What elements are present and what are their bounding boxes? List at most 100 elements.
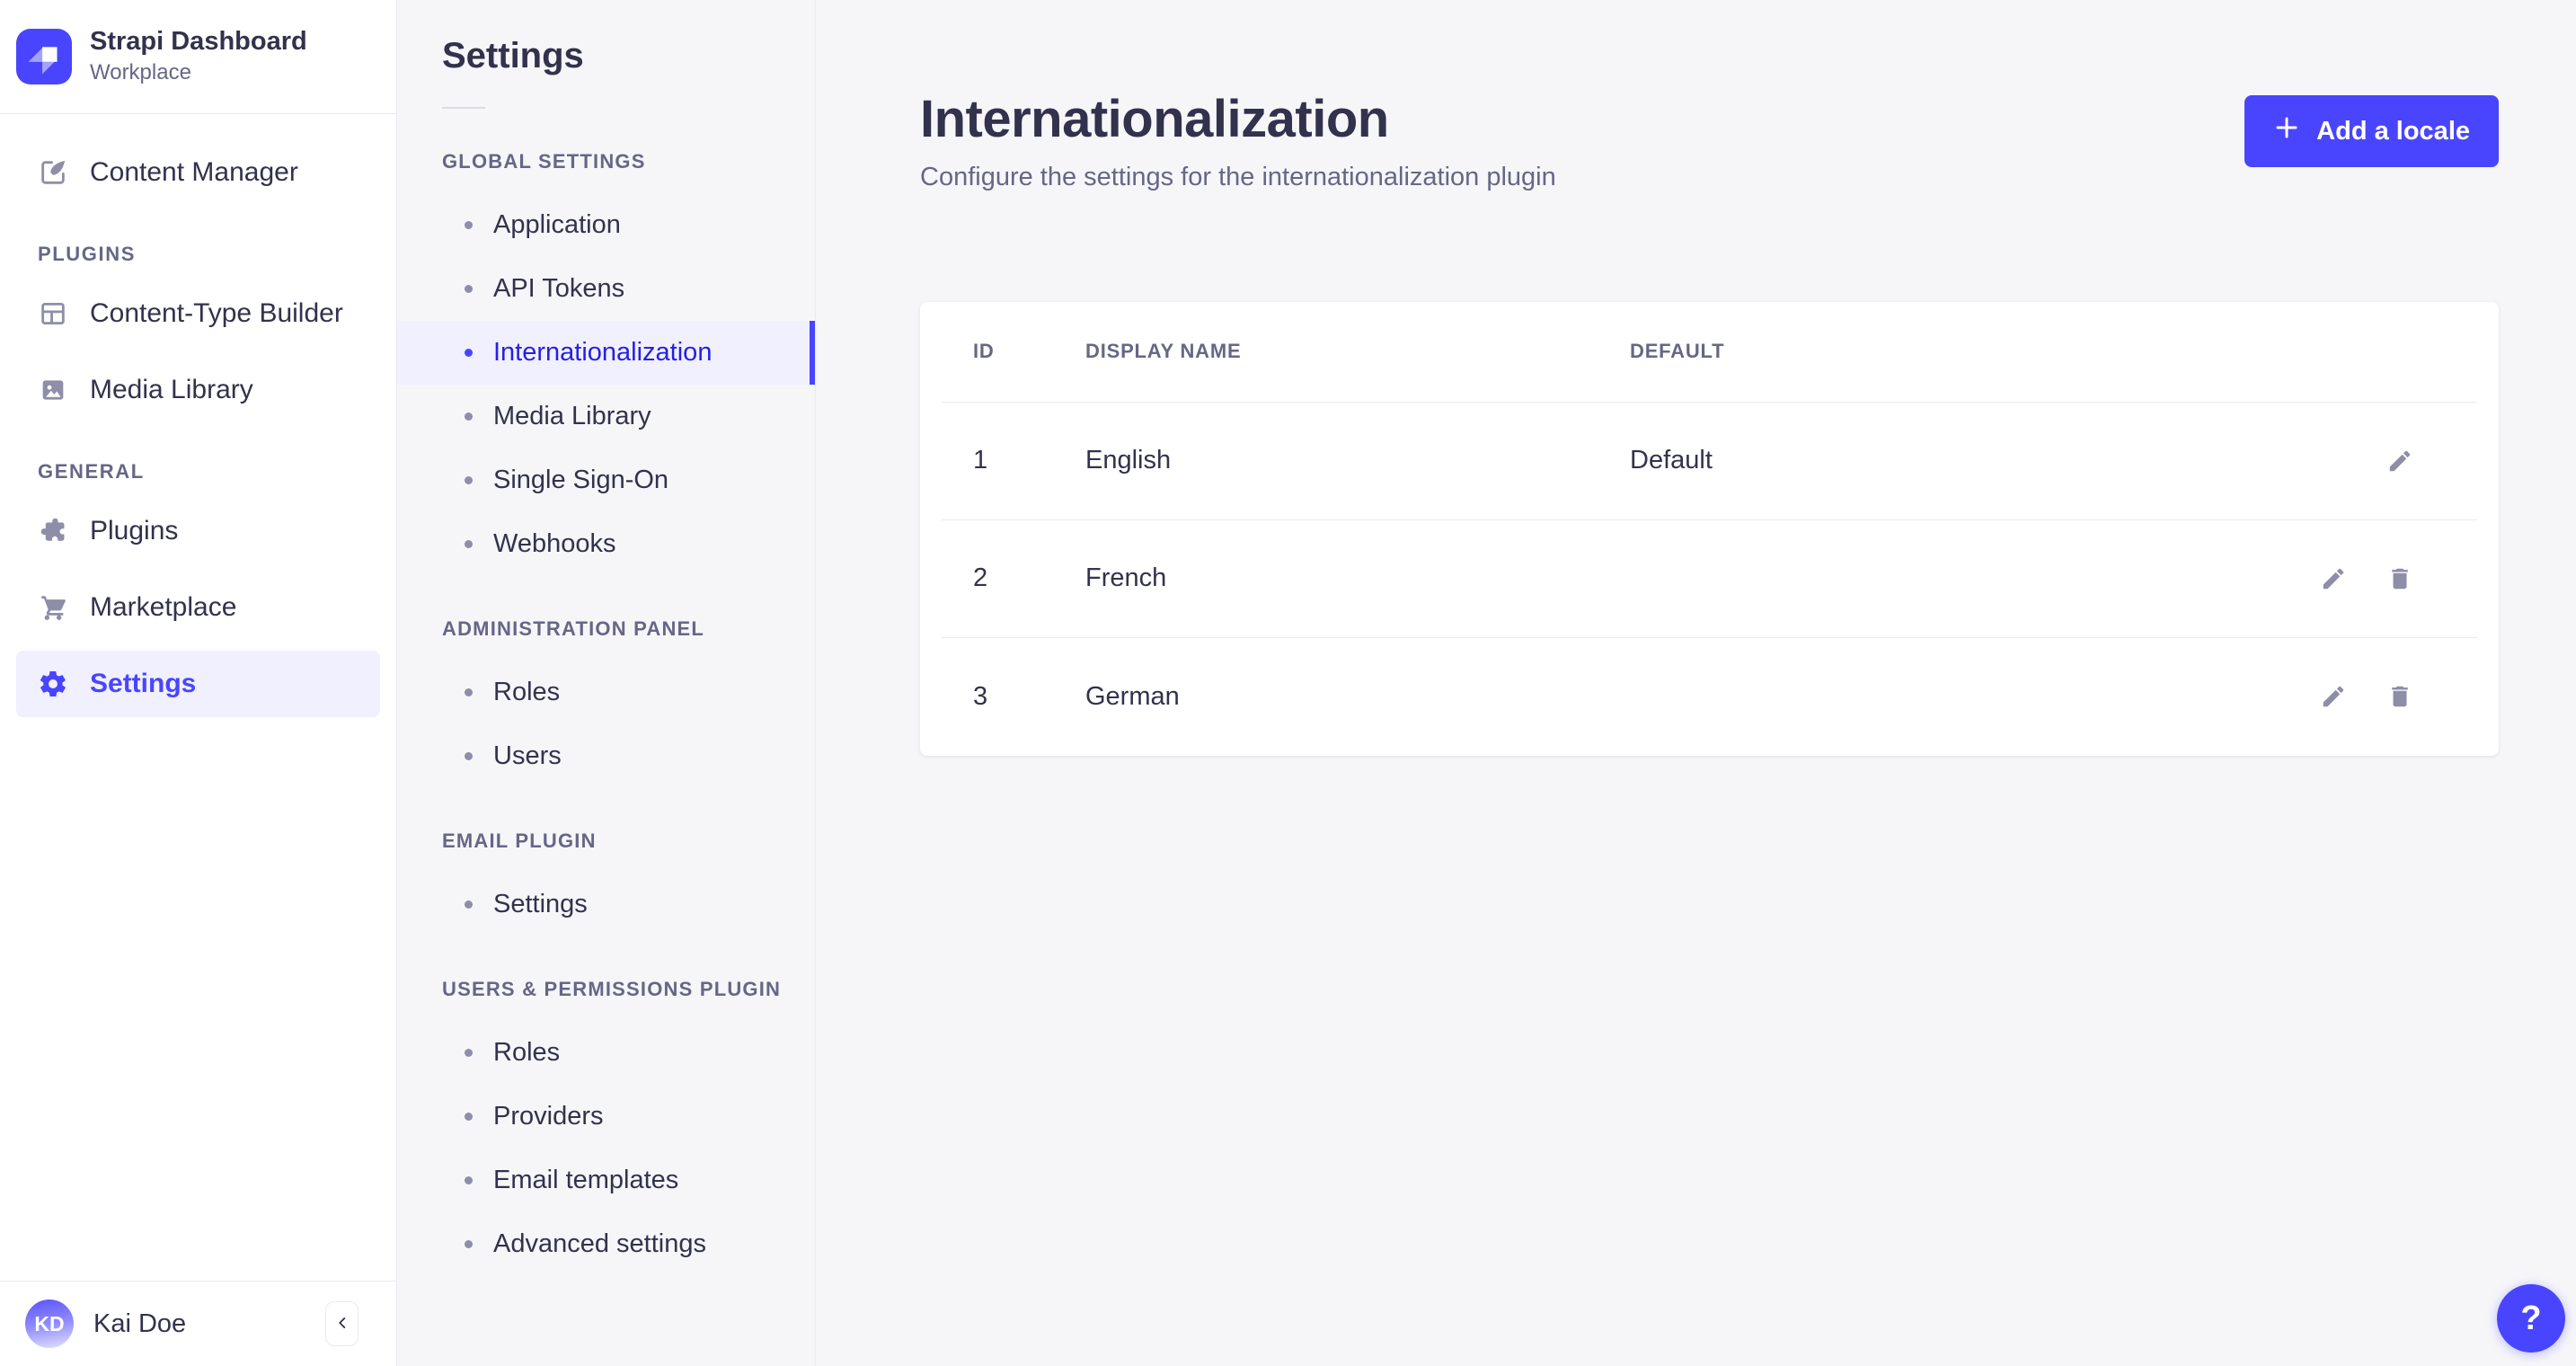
strapi-logo-icon	[16, 29, 72, 84]
bullet-dot-icon	[465, 476, 473, 484]
help-button[interactable]: ?	[2497, 1284, 2565, 1353]
subnav-title: Settings	[442, 36, 584, 75]
sidebar-item-label: Content Manager	[90, 156, 298, 187]
bullet-dot-icon	[465, 752, 473, 760]
subnav-section-label: USERS & PERMISSIONS PLUGIN	[442, 978, 782, 1000]
cell-id: 3	[973, 681, 988, 711]
puzzle-icon	[38, 516, 68, 546]
pencil-icon	[2389, 450, 2411, 471]
main-nav-list: Content Manager PLUGINS Content-Type Bui…	[0, 114, 396, 1281]
subnav-item-admin-users[interactable]: Users	[397, 724, 815, 788]
pencil-icon	[2323, 686, 2344, 707]
table-header-row: ID DISPLAY NAME DEFAULT	[942, 302, 2477, 403]
subnav-item-application[interactable]: Application	[397, 193, 815, 257]
column-header-display-name: DISPLAY NAME	[1085, 340, 1242, 363]
sidebar-item-settings[interactable]: Settings	[0, 645, 396, 722]
subnav-item-single-sign-on[interactable]: Single Sign-On	[397, 448, 815, 512]
question-mark-icon: ?	[2520, 1299, 2542, 1337]
workspace-subtitle: Workplace	[90, 59, 191, 84]
bullet-dot-icon	[465, 285, 473, 293]
sidebar-item-label: Marketplace	[90, 591, 237, 622]
bullet-dot-icon	[465, 540, 473, 548]
delete-locale-button[interactable]	[2373, 670, 2427, 723]
chevron-left-icon	[332, 1313, 352, 1335]
strapi-app: Strapi Dashboard Workplace Content Manag…	[0, 0, 2576, 1366]
trash-icon	[2392, 568, 2408, 589]
main-sidebar: Strapi Dashboard Workplace Content Manag…	[0, 0, 397, 1366]
nav-section-plugins: PLUGINS	[38, 243, 136, 265]
gear-icon	[38, 669, 68, 699]
column-header-default: DEFAULT	[1630, 340, 1725, 363]
bullet-dot-icon	[465, 1049, 473, 1057]
sidebar-item-label: Content-Type Builder	[90, 297, 343, 328]
nav-section-general: GENERAL	[38, 460, 145, 483]
subnav-item-up-roles[interactable]: Roles	[397, 1021, 815, 1085]
subnav-section-label: EMAIL PLUGIN	[442, 829, 597, 852]
page-subtitle: Configure the settings for the internati…	[920, 162, 1556, 191]
image-icon	[38, 375, 68, 405]
bullet-dot-icon	[465, 412, 473, 421]
workspace-brand[interactable]: Strapi Dashboard Workplace	[0, 0, 396, 114]
subnav-item-email-templates[interactable]: Email templates	[397, 1149, 815, 1212]
subnav-item-media-library[interactable]: Media Library	[397, 385, 815, 448]
subnav-section-label: ADMINISTRATION PANEL	[442, 617, 705, 640]
cell-default: Default	[1630, 446, 1713, 475]
bullet-dot-icon	[465, 1113, 473, 1121]
edit-locale-button[interactable]	[2306, 670, 2360, 723]
user-menu[interactable]: KD Kai Doe	[25, 1299, 186, 1348]
add-locale-button[interactable]: Add a locale	[2244, 95, 2499, 167]
edit-locale-button[interactable]	[2373, 434, 2427, 488]
pencil-icon	[2323, 568, 2344, 589]
table-row: 2 French	[942, 520, 2477, 638]
subnav-section-administration-panel: ADMINISTRATION PANEL Roles Users	[397, 617, 815, 788]
subnav-item-webhooks[interactable]: Webhooks	[397, 512, 815, 576]
subnav-item-providers[interactable]: Providers	[397, 1085, 815, 1149]
cell-id: 1	[973, 446, 988, 475]
cell-id: 2	[973, 563, 988, 593]
page-header: Internationalization Configure the setti…	[920, 90, 2499, 192]
collapse-sidebar-button[interactable]	[325, 1301, 359, 1346]
delete-locale-button[interactable]	[2373, 552, 2427, 606]
page-title: Internationalization	[920, 90, 1389, 148]
bullet-dot-icon	[465, 688, 473, 696]
bullet-dot-icon	[465, 1176, 473, 1184]
cart-icon	[38, 592, 68, 623]
cell-display-name: French	[1085, 563, 1167, 593]
subnav-section-email-plugin: EMAIL PLUGIN Settings	[397, 829, 815, 936]
user-name: Kai Doe	[93, 1308, 187, 1338]
sidebar-item-label: Plugins	[90, 515, 179, 546]
subnav-divider	[442, 107, 485, 109]
trash-icon	[2392, 686, 2408, 707]
plus-icon	[2273, 114, 2300, 148]
workspace-title: Strapi Dashboard	[90, 27, 307, 57]
bullet-dot-icon	[465, 349, 473, 357]
settings-subnav: Settings GLOBAL SETTINGS Application API…	[397, 0, 816, 1366]
sidebar-item-label: Media Library	[90, 374, 253, 404]
sidebar-item-content-type-builder[interactable]: Content-Type Builder	[0, 275, 396, 351]
subnav-item-advanced-settings[interactable]: Advanced settings	[397, 1212, 815, 1276]
sidebar-item-label: Settings	[90, 668, 197, 698]
sidebar-item-content-manager[interactable]: Content Manager	[0, 134, 396, 210]
cell-display-name: English	[1085, 446, 1172, 475]
pen-icon	[38, 157, 68, 188]
subnav-item-email-settings[interactable]: Settings	[397, 873, 815, 936]
subnav-section-global-settings: GLOBAL SETTINGS Application API Tokens I…	[397, 150, 815, 576]
sidebar-item-plugins[interactable]: Plugins	[0, 492, 396, 569]
sidebar-footer: KD Kai Doe	[0, 1281, 396, 1366]
layout-icon	[38, 298, 68, 329]
subnav-item-admin-roles[interactable]: Roles	[397, 661, 815, 724]
bullet-dot-icon	[465, 1240, 473, 1248]
column-header-id: ID	[973, 340, 995, 363]
subnav-section-label: GLOBAL SETTINGS	[442, 150, 646, 173]
sidebar-item-media-library[interactable]: Media Library	[0, 351, 396, 428]
sidebar-item-marketplace[interactable]: Marketplace	[0, 569, 396, 645]
avatar: KD	[25, 1299, 74, 1348]
main-content: Internationalization Configure the setti…	[816, 0, 2576, 1366]
cell-display-name: German	[1085, 681, 1180, 711]
subnav-item-api-tokens[interactable]: API Tokens	[397, 257, 815, 321]
locales-table: ID DISPLAY NAME DEFAULT 1 English Defaul…	[920, 301, 2499, 756]
subnav-item-internationalization[interactable]: Internationalization	[397, 321, 815, 385]
bullet-dot-icon	[465, 221, 473, 229]
table-row: 3 German	[942, 638, 2477, 756]
edit-locale-button[interactable]	[2306, 552, 2360, 606]
